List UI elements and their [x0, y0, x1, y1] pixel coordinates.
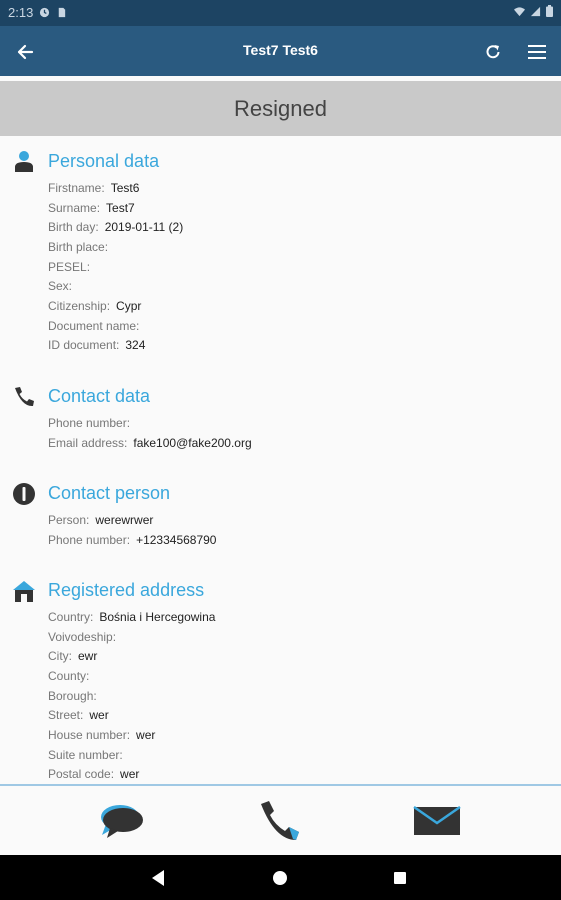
refresh-button[interactable] — [480, 39, 506, 65]
info-row: City: ewr — [48, 649, 98, 663]
status-time: 2:13 — [8, 5, 34, 20]
info-row: Firstname: Test6 — [48, 181, 140, 195]
info-row: Postal code: wer — [48, 767, 140, 781]
wifi-icon — [514, 6, 525, 16]
info-row: Citizenship: Cypr — [48, 299, 142, 313]
back-nav-button[interactable] — [146, 867, 170, 889]
chat-bubble-icon — [101, 805, 143, 838]
info-row: Surname: Test7 — [48, 201, 135, 215]
house-icon — [13, 581, 35, 602]
info-row: Birth day: 2019-01-11 (2) — [48, 220, 184, 234]
page-title: Test7 Test6 — [243, 42, 318, 58]
status-banner-text: Resigned — [234, 95, 327, 121]
contact-person-title: Contact person — [48, 483, 171, 503]
registered-address-title: Registered address — [48, 580, 205, 600]
info-icon — [13, 483, 35, 505]
phone-icon — [15, 387, 34, 407]
sim-card-icon — [59, 7, 66, 18]
email-button[interactable] — [413, 801, 461, 841]
call-button[interactable] — [256, 801, 304, 841]
message-button[interactable] — [98, 801, 146, 841]
triangle-back-icon — [152, 870, 164, 886]
info-row: ID document: 324 — [48, 338, 146, 352]
refresh-icon — [486, 45, 500, 59]
square-recents-icon — [394, 872, 406, 884]
sync-status-icon — [40, 7, 50, 18]
info-row: House number: wer — [48, 728, 156, 742]
info-row: Suite number: — [48, 748, 123, 762]
info-row: Street: wer — [48, 708, 109, 722]
info-row: Borough: — [48, 689, 97, 703]
hamburger-menu-icon — [528, 45, 546, 59]
recents-nav-button[interactable] — [388, 867, 412, 889]
app-bar: Test7 Test6 — [0, 26, 561, 76]
info-row: Person: werewrwer — [48, 513, 154, 527]
personal-data-title: Personal data — [48, 151, 160, 171]
details-content[interactable]: Personal data Firstname: Test6 Surname: Te… — [0, 136, 561, 784]
info-row: Voivodeship: — [48, 630, 117, 644]
status-banner: Resigned — [0, 81, 561, 136]
circle-home-icon — [273, 871, 287, 885]
bottom-action-bar — [0, 786, 561, 854]
contact-data-title: Contact data — [48, 386, 151, 406]
envelope-icon — [413, 806, 461, 835]
person-icon — [15, 151, 33, 172]
info-row: PESEL: — [48, 260, 91, 274]
info-row: Birth place: — [48, 240, 109, 254]
home-nav-button[interactable] — [268, 867, 292, 889]
info-row: Document name: — [48, 319, 140, 333]
menu-button[interactable] — [524, 39, 550, 65]
phone-icon — [261, 801, 299, 840]
info-row: Phone number: +12334568790 — [48, 533, 217, 547]
battery-icon — [546, 5, 553, 17]
info-row: Email address: fake100@fake200.org — [48, 436, 252, 450]
status-bar: 2:13 — [0, 0, 561, 26]
info-row: Country: Bośnia i Hercegowina — [48, 610, 216, 624]
system-navigation-bar — [0, 855, 561, 900]
signal-icon — [530, 6, 541, 16]
info-row: Sex: — [48, 279, 73, 293]
info-row: County: — [48, 669, 90, 683]
info-row: Phone number: — [48, 416, 131, 430]
